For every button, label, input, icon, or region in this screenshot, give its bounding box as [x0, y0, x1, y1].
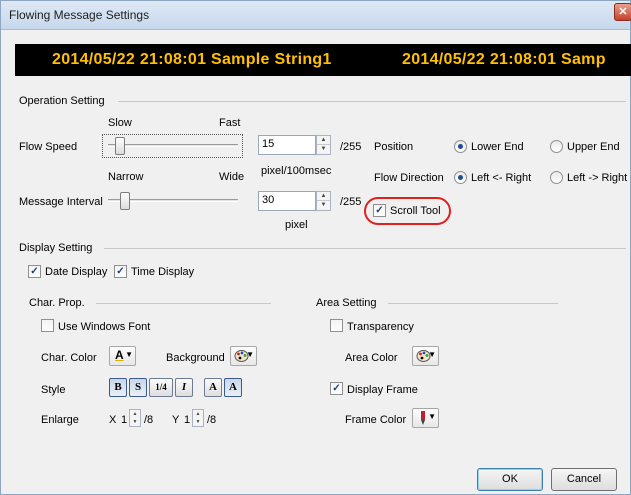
use-windows-font-checkbox[interactable] [41, 319, 54, 332]
pen-icon [421, 411, 425, 425]
background-label: Background [166, 352, 225, 364]
position-upper-end-radio[interactable] [550, 140, 563, 153]
area-setting-label: Area Setting [316, 297, 377, 309]
window-title: Flowing Message Settings [9, 8, 150, 22]
spin-down-icon[interactable]: ▼ [317, 201, 330, 210]
flow-direction-left-radio[interactable] [454, 171, 467, 184]
spin-up-icon[interactable]: ▲ [317, 136, 330, 145]
message-interval-min-label: Narrow [108, 171, 144, 183]
enlarge-x-label: X [109, 414, 117, 426]
operation-setting-divider [118, 101, 626, 102]
spin-down-icon[interactable]: ▼ [130, 418, 140, 426]
enlarge-y-input[interactable]: 1 [184, 414, 190, 426]
position-lower-end-label[interactable]: Lower End [471, 141, 524, 153]
spin-down-icon[interactable]: ▼ [317, 145, 330, 154]
message-interval-max-suffix: /255 [340, 196, 362, 208]
preview-text-1: 2014/05/22 21:08:01 Sample String1 [52, 51, 332, 68]
enlarge-x-spinner[interactable]: ▲ ▼ [129, 409, 141, 427]
display-setting-label: Display Setting [19, 242, 93, 254]
enlarge-y-suffix: /8 [207, 414, 217, 426]
chevron-down-icon: ▼ [428, 412, 436, 421]
preview-text-2: 2014/05/22 21:08:01 Samp [402, 51, 606, 68]
transparency-label[interactable]: Transparency [347, 321, 414, 333]
ok-button[interactable]: OK [477, 468, 543, 491]
chevron-down-icon: ▼ [428, 350, 436, 359]
char-color-button[interactable]: A ▼ [109, 346, 136, 366]
flow-speed-slider-thumb[interactable] [115, 137, 125, 155]
enlarge-x-input[interactable]: 1 [121, 414, 127, 426]
use-windows-font-label[interactable]: Use Windows Font [58, 321, 150, 333]
transparency-checkbox[interactable] [330, 319, 343, 332]
message-preview: 2014/05/22 21:08:01 Sample String1 2014/… [15, 44, 631, 76]
style-label: Style [41, 384, 66, 396]
scroll-tool-checkbox[interactable]: ✓ [373, 204, 386, 217]
style-reverse-button[interactable]: A [224, 378, 242, 397]
frame-color-label: Frame Color [345, 414, 407, 426]
style-bold-button[interactable]: B [109, 378, 127, 397]
char-prop-label: Char. Prop. [29, 297, 85, 309]
enlarge-x-suffix: /8 [144, 414, 154, 426]
flow-direction-label: Flow Direction [374, 172, 444, 184]
char-prop-divider [96, 303, 271, 304]
position-upper-end-label[interactable]: Upper End [567, 141, 620, 153]
message-interval-unit: pixel [285, 219, 308, 231]
spin-down-icon[interactable]: ▼ [193, 418, 203, 426]
close-button[interactable]: ✕ [614, 3, 631, 21]
display-frame-label[interactable]: Display Frame [347, 384, 418, 396]
flow-direction-left-label[interactable]: Left <- Right [471, 172, 531, 184]
area-color-button[interactable]: ▼ [412, 346, 439, 366]
flow-direction-right-radio[interactable] [550, 171, 563, 184]
flowing-message-settings-dialog: Flowing Message Settings ✕ 2014/05/22 21… [0, 0, 631, 495]
style-outline-button[interactable]: A [204, 378, 222, 397]
enlarge-label: Enlarge [41, 414, 79, 426]
operation-setting-label: Operation Setting [19, 95, 105, 107]
spin-up-icon[interactable]: ▲ [317, 192, 330, 201]
char-color-label: Char. Color [41, 352, 97, 364]
message-interval-input[interactable]: 30 [258, 191, 316, 211]
flow-speed-max-label: Fast [219, 117, 241, 129]
position-label: Position [374, 141, 414, 153]
spin-up-icon[interactable]: ▲ [193, 410, 203, 418]
flow-direction-right-label[interactable]: Left -> Right [567, 172, 627, 184]
time-display-checkbox[interactable]: ✓ [114, 265, 127, 278]
style-quarter-size-button[interactable]: 1/4 [149, 378, 173, 397]
date-display-label[interactable]: Date Display [45, 266, 107, 278]
message-interval-slider-thumb[interactable] [120, 192, 130, 210]
display-setting-divider [104, 248, 626, 249]
enlarge-y-label: Y [172, 414, 180, 426]
display-frame-checkbox[interactable]: ✓ [330, 382, 343, 395]
title-bar[interactable]: Flowing Message Settings ✕ [1, 1, 631, 30]
flow-speed-input[interactable]: 15 [258, 135, 316, 155]
time-display-label[interactable]: Time Display [131, 266, 194, 278]
area-color-label: Area Color [345, 352, 398, 364]
position-lower-end-radio[interactable] [454, 140, 467, 153]
char-color-icon: A [115, 348, 124, 362]
message-interval-max-label: Wide [219, 171, 245, 183]
message-interval-label: Message Interval [19, 196, 103, 208]
flow-speed-unit: pixel/100msec [261, 165, 332, 177]
chevron-down-icon: ▼ [246, 350, 254, 359]
flow-speed-label: Flow Speed [19, 141, 78, 153]
flow-speed-spinner[interactable]: ▲ ▼ [316, 135, 331, 155]
flow-speed-min-label: Slow [108, 117, 132, 129]
background-color-button[interactable]: ▼ [230, 346, 257, 366]
chevron-down-icon: ▼ [125, 350, 133, 359]
enlarge-y-spinner[interactable]: ▲ ▼ [192, 409, 204, 427]
area-setting-divider [388, 303, 558, 304]
scroll-tool-label[interactable]: Scroll Tool [390, 205, 441, 217]
cancel-button[interactable]: Cancel [551, 468, 617, 491]
message-interval-spinner[interactable]: ▲ ▼ [316, 191, 331, 211]
flow-speed-slider-track[interactable] [108, 144, 238, 147]
style-italic-button[interactable]: I [175, 378, 193, 397]
flow-speed-max-suffix: /255 [340, 141, 362, 153]
close-icon: ✕ [618, 6, 628, 18]
style-shadow-button[interactable]: S [129, 378, 147, 397]
date-display-checkbox[interactable]: ✓ [28, 265, 41, 278]
spin-up-icon[interactable]: ▲ [130, 410, 140, 418]
frame-color-button[interactable]: ▼ [412, 408, 439, 428]
